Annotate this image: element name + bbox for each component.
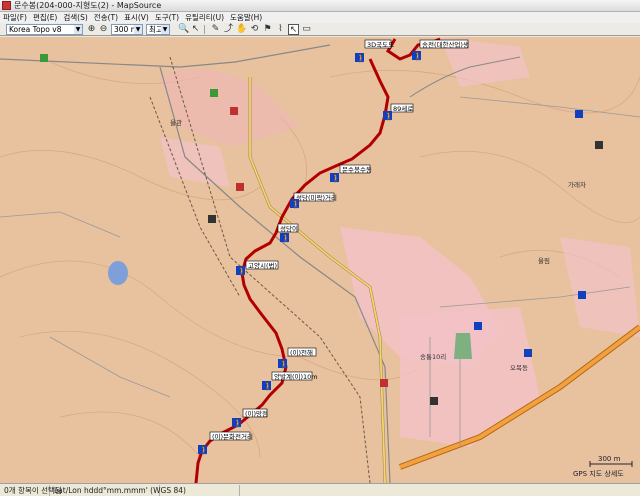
hiker-icon[interactable]: 🚶 — [383, 111, 394, 121]
poi-icon[interactable] — [578, 291, 586, 299]
map-view[interactable]: 3D국도도 송전(대한산업)생 89세로 문수봉수동 성당(미락)거리 성당이 … — [0, 37, 640, 483]
toolbar: Korea Topo v8 ▼ ⊕ ⊖ 300 m ▼ 최고 ▼ 🔍 ↖ ✎ ⤴… — [0, 23, 640, 36]
waypoint-label[interactable]: 성당이 — [280, 224, 298, 233]
hand-tool-icon[interactable]: ✋ — [236, 24, 247, 35]
waypoint-label[interactable]: 양발계(이)10m — [274, 372, 318, 381]
svg-text:🚶: 🚶 — [384, 111, 394, 121]
poi-icon[interactable] — [430, 397, 438, 405]
poi-icon[interactable] — [236, 183, 244, 191]
waypoint-label[interactable]: 3D국도도 — [367, 41, 394, 49]
svg-text:🚶: 🚶 — [331, 173, 341, 183]
waypoint-label[interactable]: 고양시(법) — [248, 261, 277, 270]
poi-icon[interactable] — [210, 89, 218, 97]
hiker-icon[interactable]: 🚶 — [198, 445, 209, 455]
menu-find[interactable]: 검색(S) — [60, 12, 90, 23]
hiker-icon[interactable]: 🚶 — [280, 233, 291, 243]
toolbar-separator — [204, 25, 205, 34]
route-tool-icon[interactable]: ⤴ — [223, 24, 234, 35]
menu-tools[interactable]: 도구(T) — [152, 12, 182, 23]
app-icon — [2, 1, 11, 10]
poi-icon[interactable] — [230, 107, 238, 115]
menu-edit[interactable]: 편집(E) — [30, 12, 60, 23]
menu-view[interactable]: 표시(V) — [121, 12, 152, 23]
hiker-icon[interactable]: 🚶 — [236, 266, 247, 276]
place-label: 율관 — [170, 118, 182, 127]
chevron-down-icon: ▼ — [134, 25, 142, 34]
waypoint-label[interactable]: 송전(대한산업)생 — [422, 40, 469, 49]
place-label: 율림 — [538, 257, 550, 265]
waypoint-label[interactable]: (이)문화전거리 — [212, 432, 253, 441]
coordinate-format: Lat/Lon hddd°mm.mmm' (WGS 84) — [50, 485, 186, 496]
selection-status: 0개 항목이 선택됨 — [0, 485, 62, 496]
poi-icon[interactable] — [208, 215, 216, 223]
hiker-icon[interactable]: 🚶 — [232, 418, 243, 428]
chevron-down-icon: ▼ — [74, 25, 82, 34]
scale-label: 300 m — [598, 455, 621, 463]
hiker-icon[interactable]: 🚶 — [262, 381, 273, 391]
svg-text:🚶: 🚶 — [233, 418, 243, 428]
place-label: 송통10리 — [420, 352, 446, 361]
map-product-select[interactable]: Korea Topo v8 ▼ — [6, 24, 83, 35]
waypoint-label[interactable]: (이)천해 — [290, 348, 313, 357]
window-title: 문수봉(204-000-지형도(2) - MapSource — [14, 1, 162, 10]
zoom-tool-icon[interactable]: 🔍 — [178, 24, 189, 35]
menu-bar: 파일(F) 편집(E) 검색(S) 전송(T) 표시(V) 도구(T) 유틸리티(U) 도움말… — [0, 12, 640, 23]
menu-utilities[interactable]: 유틸리티(U) — [182, 12, 227, 23]
waypoint-label[interactable]: 89세로 — [393, 104, 413, 113]
place-label: 오목동 — [510, 364, 528, 372]
waypoint-tool-icon[interactable]: ⚑ — [262, 24, 273, 35]
zoom-level-select[interactable]: 300 m ▼ — [111, 24, 143, 35]
poi-icon[interactable] — [474, 322, 482, 330]
ruler-tool-icon[interactable]: ▭ — [301, 24, 312, 35]
map-product-value: Korea Topo v8 — [9, 25, 62, 34]
zoom-in-icon[interactable]: ⊕ — [86, 24, 97, 35]
pointer-tool-icon[interactable]: ↖ — [288, 24, 299, 35]
hiker-icon[interactable]: 🚶 — [278, 359, 289, 369]
poi-icon[interactable] — [595, 141, 603, 149]
menu-file[interactable]: 파일(F) — [0, 12, 30, 23]
poi-icon[interactable] — [40, 54, 48, 62]
map-copyright: GPS 지도 상세도 — [573, 470, 624, 478]
svg-text:🚶: 🚶 — [279, 359, 289, 369]
svg-text:🚶: 🚶 — [281, 233, 291, 243]
poi-icon[interactable] — [575, 110, 583, 118]
track-tool-icon[interactable]: ⌇ — [275, 24, 286, 35]
waypoint-label[interactable]: (이)망점 — [245, 409, 268, 418]
hiker-icon[interactable]: 🚶 — [412, 51, 423, 61]
zoom-out-icon[interactable]: ⊖ — [98, 24, 109, 35]
distance-tool-icon[interactable]: ⟲ — [249, 24, 260, 35]
poi-icon[interactable] — [380, 379, 388, 387]
svg-text:🚶: 🚶 — [237, 266, 247, 276]
status-bar: 0개 항목이 선택됨 Lat/Lon hddd°mm.mmm' (WGS 84) — [0, 483, 640, 496]
menu-transfer[interactable]: 전송(T) — [91, 12, 121, 23]
title-bar: 문수봉(204-000-지형도(2) - MapSource — [0, 0, 640, 12]
hiker-icon[interactable]: 🚶 — [330, 173, 341, 183]
map-canvas[interactable]: 3D국도도 송전(대한산업)생 89세로 문수봉수동 성당(미락)거리 성당이 … — [0, 37, 640, 483]
select-tool-icon[interactable]: ↖ — [190, 24, 201, 35]
status-empty-cell — [160, 485, 240, 496]
waypoint-label[interactable]: 성당(미락)거리 — [296, 193, 337, 202]
svg-text:🚶: 🚶 — [291, 199, 301, 209]
hiker-icon[interactable]: 🚶 — [290, 199, 301, 209]
svg-text:🚶: 🚶 — [199, 445, 209, 455]
detail-select[interactable]: 최고 ▼ — [146, 24, 170, 35]
hiker-icon[interactable]: 🚶 — [355, 53, 366, 63]
poi-icon[interactable] — [524, 349, 532, 357]
place-label: 가래자 — [568, 180, 586, 189]
menu-help[interactable]: 도움말(H) — [227, 12, 265, 23]
chevron-down-icon: ▼ — [161, 25, 169, 34]
svg-text:🚶: 🚶 — [413, 51, 423, 61]
svg-text:🚶: 🚶 — [356, 53, 366, 63]
waypoint-label[interactable]: 문수봉수동 — [342, 166, 372, 174]
map-tool-icon[interactable]: ✎ — [210, 24, 221, 35]
mapsource-window: 문수봉(204-000-지형도(2) - MapSource 파일(F) 편집(E… — [0, 0, 640, 496]
svg-text:🚶: 🚶 — [263, 381, 273, 391]
